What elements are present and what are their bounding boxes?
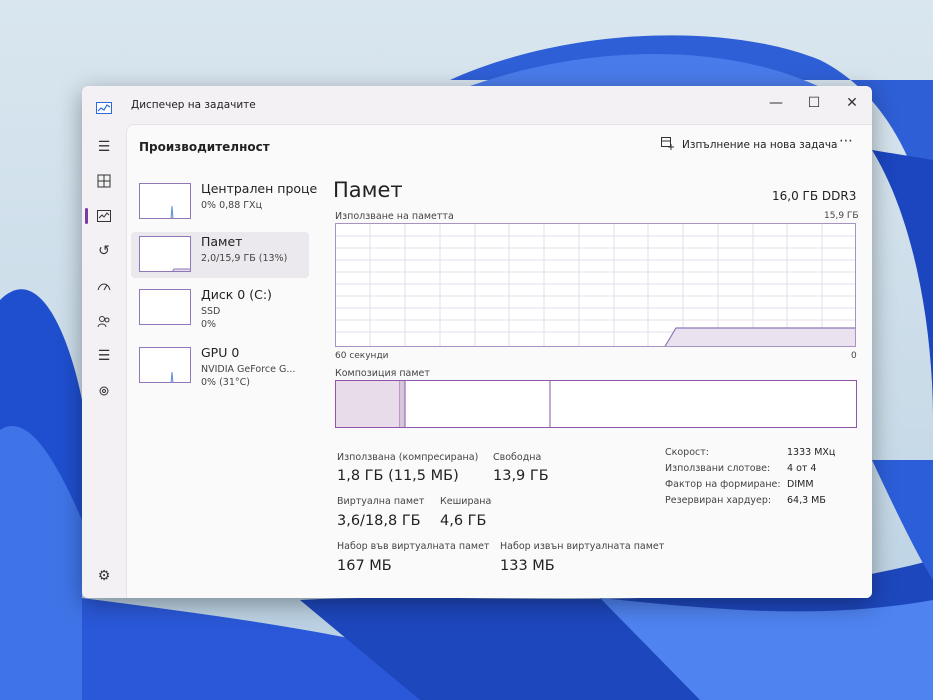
used-value: 1,8 ГБ (11,5 МБ) [337, 468, 459, 484]
performance-panel: Производителност Изпълнение на нова зада… [126, 124, 872, 598]
device-detail: SSD [201, 306, 221, 317]
app-icon [96, 99, 112, 114]
nonpaged-pool-value: 133 МБ [500, 558, 555, 574]
graph-zero-label: 0 [851, 351, 857, 361]
settings-gear-icon[interactable]: ⚙ [90, 562, 118, 590]
gpu-thumbnail [139, 347, 191, 383]
device-detail: NVIDIA GeForce G... [201, 364, 296, 375]
minimize-icon[interactable]: — [758, 90, 794, 116]
form-factor-key: Фактор на формиране: [665, 479, 781, 490]
free-value: 13,9 ГБ [493, 468, 549, 484]
device-detail: 0% 0,88 ГХц [201, 200, 263, 211]
device-name: Централен проце [201, 181, 318, 196]
paged-pool-label: Набор във виртуалната памет [337, 541, 490, 552]
task-manager-window: Диспечер на задачите — ☐ ✕ ☰ ↺ ☰ ⚙ Произ… [82, 86, 872, 598]
slots-key: Използвани слотове: [665, 463, 771, 474]
processes-icon[interactable] [90, 167, 118, 195]
usage-graph-max: 15,9 ГБ [824, 211, 859, 221]
page-title: Производителност [139, 140, 270, 154]
memory-thumbnail [139, 236, 191, 272]
speed-value: 1333 МХц [787, 447, 836, 458]
performance-icon[interactable] [90, 202, 118, 230]
speed-key: Скорост: [665, 447, 709, 458]
services-icon[interactable] [90, 377, 118, 405]
close-icon[interactable]: ✕ [834, 90, 870, 116]
maximize-icon[interactable]: ☐ [796, 90, 832, 116]
device-name: GPU 0 [201, 345, 240, 360]
slots-value: 4 от 4 [787, 463, 817, 474]
form-factor-value: DIMM [787, 479, 814, 490]
startup-apps-icon[interactable] [90, 272, 118, 300]
nonpaged-pool-label: Набор извън виртуалната памет [500, 541, 665, 552]
memory-spec: 16,0 ГБ DDR3 [772, 189, 857, 203]
run-task-label: Изпълнение на нова задача [682, 139, 838, 151]
title-bar[interactable]: Диспечер на задачите — ☐ ✕ [82, 86, 872, 124]
device-name: Памет [201, 234, 243, 249]
nav-rail: ☰ ↺ ☰ ⚙ [82, 124, 126, 598]
device-detail: 2,0/15,9 ГБ (13%) [201, 253, 288, 264]
virtual-value: 3,6/18,8 ГБ [337, 513, 421, 529]
graph-time-label: 60 секунди [335, 351, 389, 361]
run-new-task-button[interactable]: Изпълнение на нова задача [661, 137, 837, 153]
cached-label: Кеширана [440, 496, 492, 507]
device-name: Диск 0 (C:) [201, 287, 272, 302]
app-history-icon[interactable]: ↺ [90, 237, 118, 265]
composition-label: Композиция памет [335, 368, 430, 379]
detail-title: Памет [333, 178, 403, 202]
memory-usage-graph [335, 223, 856, 347]
device-item-gpu[interactable]: GPU 0 NVIDIA GeForce G... 0% (31°C) [131, 343, 309, 389]
cpu-thumbnail [139, 183, 191, 219]
new-task-icon [661, 137, 674, 153]
device-usage: 0% (31°C) [201, 377, 250, 388]
window-title: Диспечер на задачите [131, 99, 256, 111]
device-item-disk[interactable]: Диск 0 (C:) SSD 0% [131, 285, 309, 331]
paged-pool-value: 167 МБ [337, 558, 392, 574]
device-item-memory[interactable]: Памет 2,0/15,9 ГБ (13%) [131, 232, 309, 278]
reserved-value: 64,3 МБ [787, 495, 826, 506]
memory-composition-bar [335, 380, 857, 428]
free-label: Свободна [493, 452, 542, 463]
used-label: Използвана (компресирана) [337, 452, 479, 463]
active-indicator [85, 208, 88, 224]
disk-thumbnail [139, 289, 191, 325]
cached-value: 4,6 ГБ [440, 513, 487, 529]
details-icon[interactable]: ☰ [90, 342, 118, 370]
more-options-icon[interactable]: ⋯ [839, 133, 854, 149]
reserved-key: Резервиран хардуер: [665, 495, 772, 506]
device-usage: 0% [201, 319, 217, 330]
device-item-cpu[interactable]: Централен проце 0% 0,88 ГХц [131, 179, 317, 225]
virtual-label: Виртуална памет [337, 496, 425, 507]
users-icon[interactable] [90, 307, 118, 335]
usage-graph-label: Използване на паметта [335, 211, 454, 222]
hamburger-menu-icon[interactable]: ☰ [90, 133, 118, 161]
